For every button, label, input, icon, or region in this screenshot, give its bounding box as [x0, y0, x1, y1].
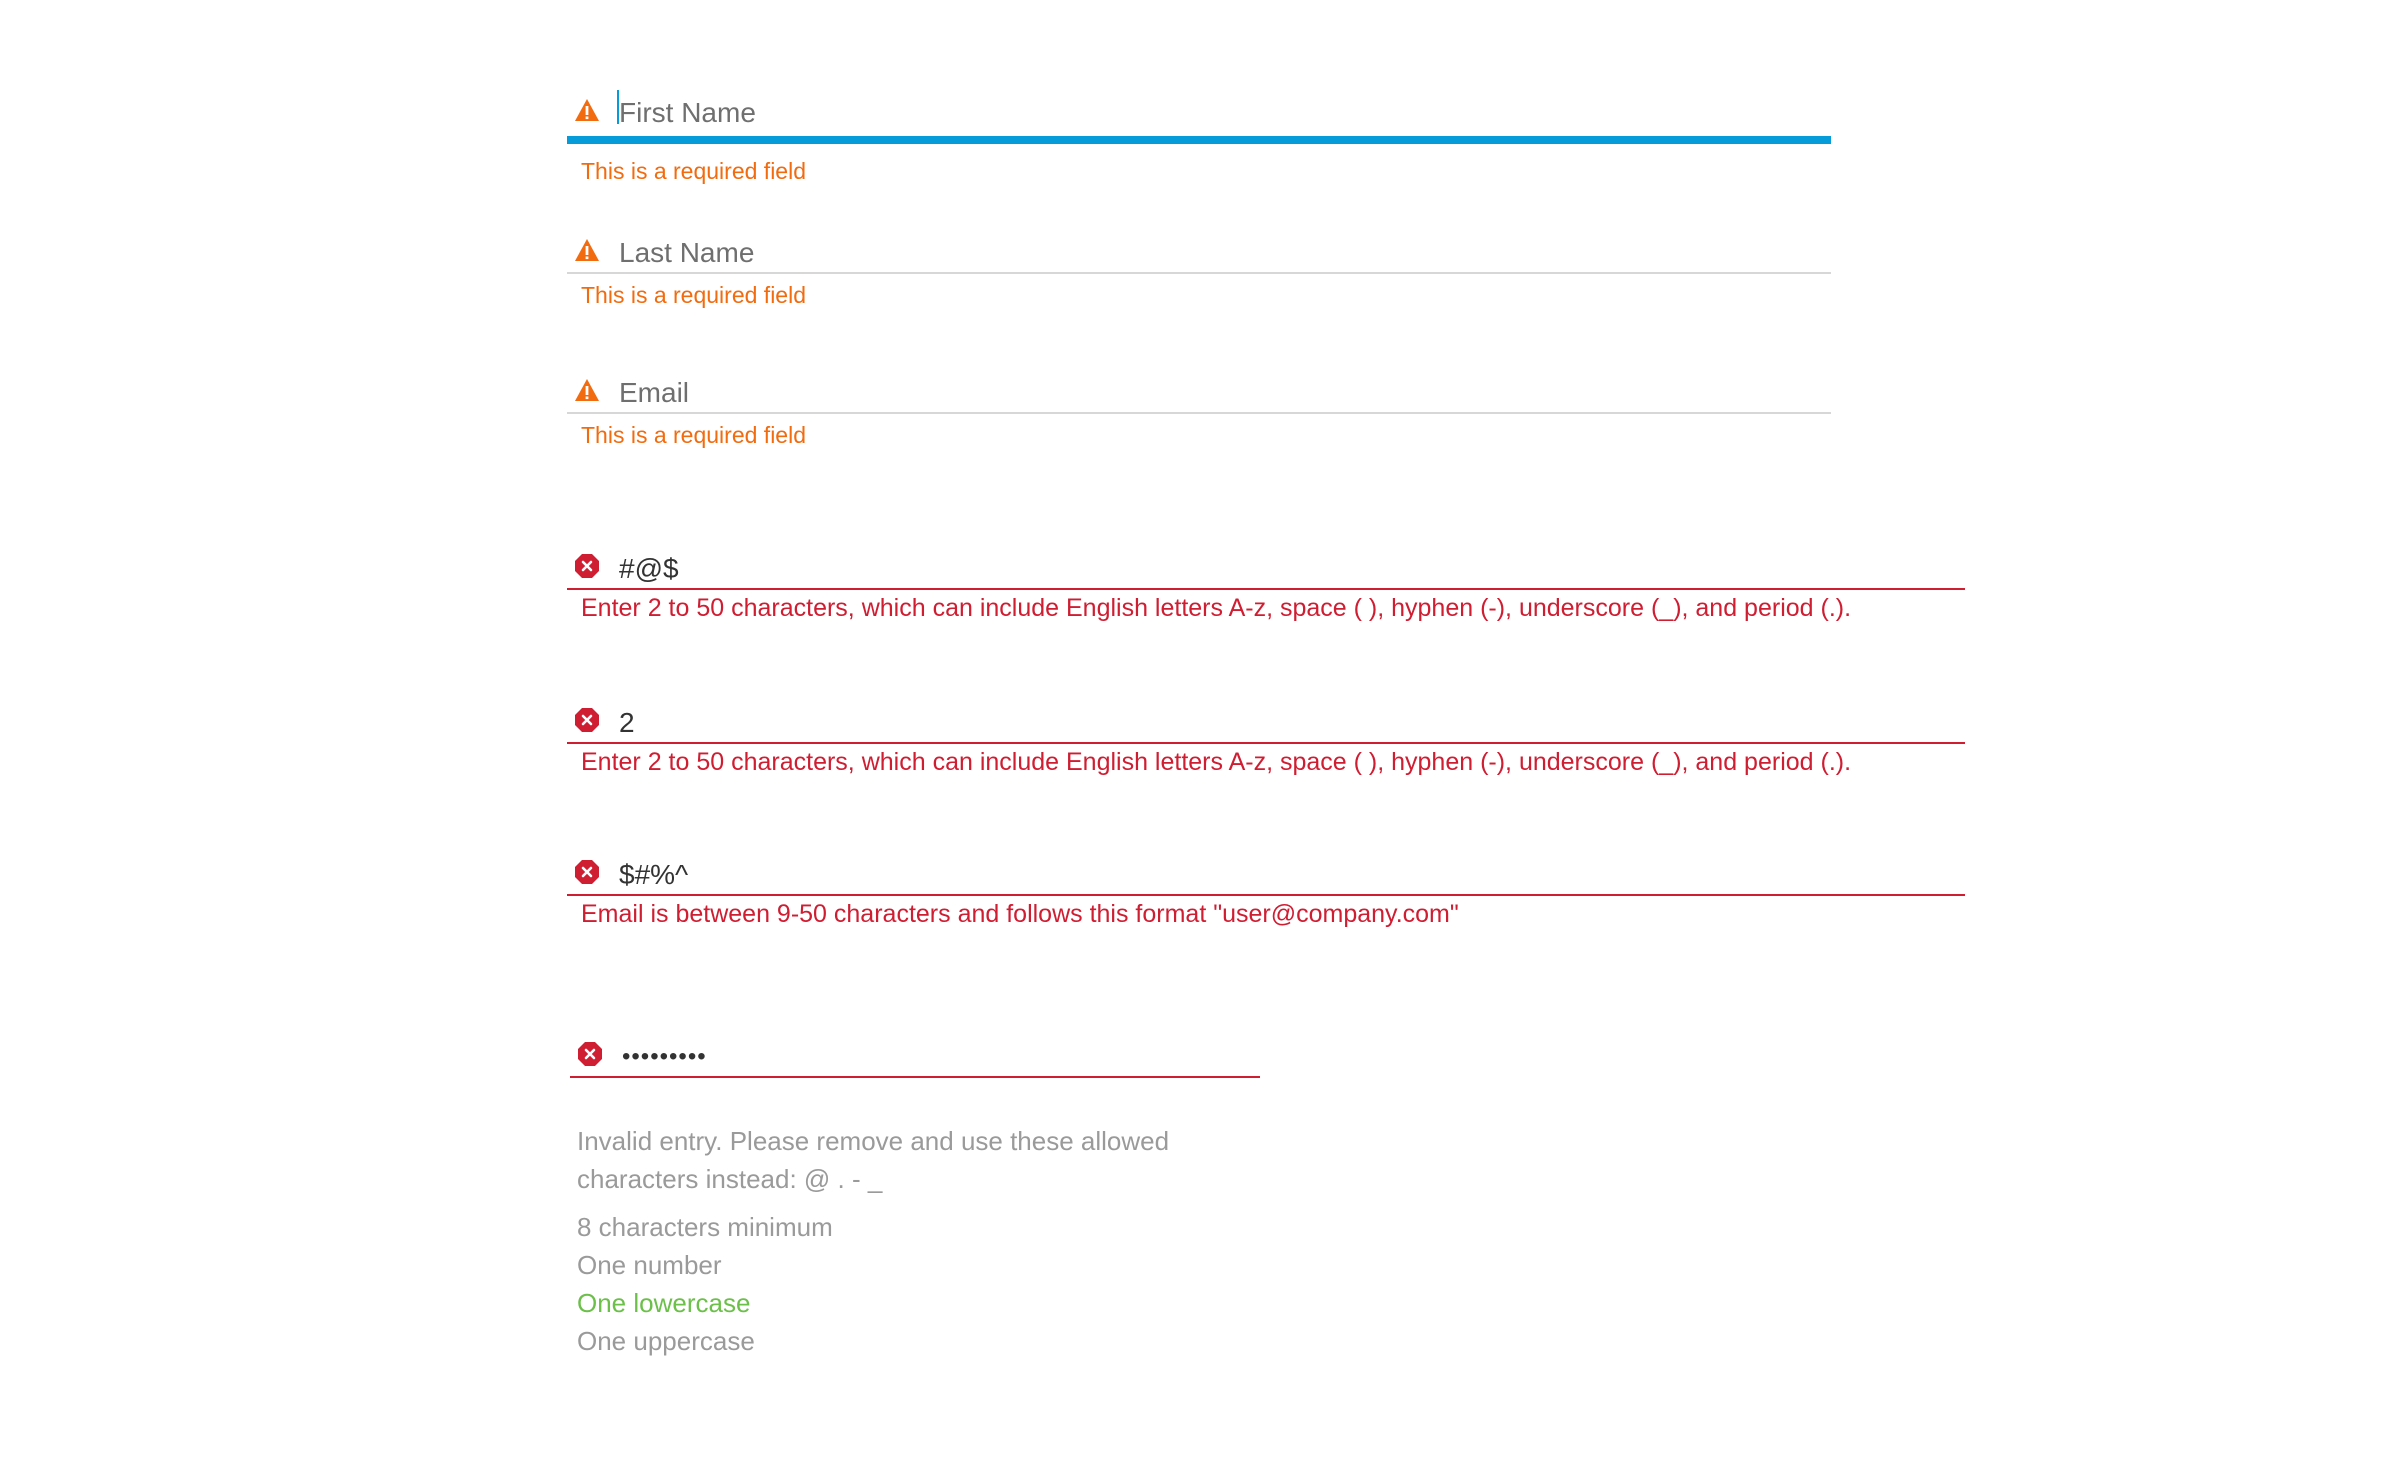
invalid-name-error-message-1: Enter 2 to 50 characters, which can incl…: [581, 594, 1852, 622]
first-name-input[interactable]: [619, 72, 1831, 140]
password-input[interactable]: [622, 1016, 1260, 1084]
last-name-underline: [567, 212, 1831, 280]
last-name-input[interactable]: [619, 212, 1831, 280]
password-rule-uppercase: One uppercase: [577, 1326, 755, 1356]
first-name-underline: [567, 72, 1831, 144]
email-error-message: This is a required field: [581, 422, 806, 448]
email-underline: [567, 352, 1831, 420]
error-x-octagon-icon: [573, 858, 601, 886]
warning-triangle-icon: [573, 96, 601, 124]
first-name-error-message: This is a required field: [581, 158, 806, 184]
warning-triangle-icon: [573, 376, 601, 404]
password-rule-number: One number: [577, 1250, 722, 1280]
email-field: This is a required field: [567, 352, 1831, 448]
last-name-field: This is a required field: [567, 212, 1831, 308]
password-invalid-message-line1: Invalid entry. Please remove and use the…: [577, 1126, 1170, 1156]
invalid-name-underline-2: [567, 682, 1965, 750]
warning-triangle-icon: [573, 236, 601, 264]
password-underline: [570, 1016, 1260, 1084]
error-x-octagon-icon: [573, 706, 601, 734]
invalid-name-input-1[interactable]: [619, 528, 1965, 596]
invalid-name-field-1: Enter 2 to 50 characters, which can incl…: [567, 528, 1965, 622]
error-x-octagon-icon: [573, 552, 601, 580]
invalid-email-error-message: Email is between 9-50 characters and fol…: [581, 900, 1459, 928]
email-input[interactable]: [619, 352, 1831, 420]
first-name-field: This is a required field: [567, 72, 1831, 184]
password-rule-lowercase: One lowercase: [577, 1288, 751, 1318]
invalid-email-input[interactable]: [619, 834, 1965, 902]
invalid-name-input-2[interactable]: [619, 682, 1965, 750]
invalid-name-field-2: Enter 2 to 50 characters, which can incl…: [567, 682, 1965, 776]
password-rule-min-chars: 8 characters minimum: [577, 1212, 833, 1242]
form-validation-canvas: This is a required field This is a requi…: [0, 0, 2400, 1466]
invalid-name-underline-1: [567, 528, 1965, 596]
password-invalid-message-line2: characters instead: @ . - _: [577, 1164, 883, 1194]
last-name-error-message: This is a required field: [581, 282, 806, 308]
invalid-email-underline: [567, 834, 1965, 902]
password-field: [570, 1016, 1260, 1084]
invalid-email-field: Email is between 9-50 characters and fol…: [567, 834, 1965, 928]
error-x-octagon-icon: [576, 1040, 604, 1068]
invalid-name-error-message-2: Enter 2 to 50 characters, which can incl…: [581, 748, 1852, 776]
